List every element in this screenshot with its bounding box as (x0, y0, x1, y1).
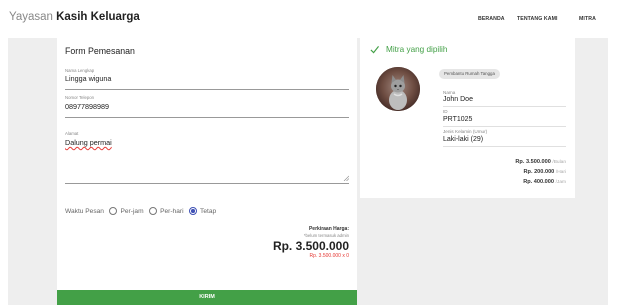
nav-mitra[interactable]: MITRA (579, 16, 596, 22)
rate-bulan-unit: /Bulan (552, 160, 566, 165)
rate-jam-amount: Rp. 400.000 (523, 179, 555, 185)
avatar (376, 67, 420, 111)
resize-grip-icon[interactable] (343, 175, 349, 181)
mitra-id-value: PRT1025 (443, 116, 473, 123)
form-title: Form Pemesanan (65, 46, 135, 56)
nav-tentang-kami[interactable]: TENTANG KAMI (517, 16, 558, 22)
phone-field-label: Nomor Telepon (65, 95, 95, 100)
nav-beranda[interactable]: BERANDA (478, 16, 505, 22)
name-input[interactable]: Lingga wiguna (65, 74, 111, 83)
address-textarea[interactable]: Dalung permai (65, 138, 112, 147)
radio-per-hari-label[interactable]: Per-hari (160, 208, 183, 215)
waktu-pesan-label: Waktu Pesan (65, 207, 104, 215)
brand-logo[interactable]: Yayasan Kasih Keluarga (9, 11, 140, 23)
address-field-label: Alamat (65, 131, 79, 136)
radio-per-jam-label[interactable]: Per-jam (120, 208, 143, 215)
mitra-name-divider (443, 106, 566, 107)
brand-bold-text: Kasih Keluarga (56, 11, 140, 23)
estimate-total: Rp. 3.500.000 (272, 239, 349, 253)
mitra-name-label: Nama (443, 90, 456, 95)
phone-input[interactable]: 08977898989 (65, 102, 109, 111)
mitra-name-value: John Doe (443, 96, 473, 103)
address-underline (65, 183, 349, 184)
cat-photo-icon (376, 67, 420, 111)
category-chip: Pembantu Rumah Tangga (439, 69, 500, 79)
radio-per-hari[interactable] (148, 206, 158, 216)
rate-jam-unit: /Jam (555, 180, 566, 185)
mitra-heading-text: Mitra yang dipilih (386, 45, 448, 54)
mitra-heading: Mitra yang dipilih (370, 45, 447, 54)
radio-tetap[interactable] (188, 206, 198, 216)
submit-button[interactable]: KIRIM (57, 290, 357, 305)
phone-underline (65, 117, 349, 118)
brand-light-text: Yayasan (9, 11, 53, 23)
check-icon (370, 45, 379, 54)
top-navbar: Yayasan Kasih Keluarga BERANDA TENTANG K… (0, 0, 618, 38)
name-underline (65, 89, 349, 90)
estimate-calc: Rp. 3.500.000 x 0 (309, 253, 349, 259)
name-field-label: Nama Lengkap (65, 68, 95, 73)
mitra-id-label: ID (443, 109, 448, 114)
estimate-label: Perkiraan Harga: (308, 226, 349, 232)
radio-per-jam[interactable] (108, 206, 118, 216)
price-estimate: Perkiraan Harga: *belum termasuk admin R… (273, 226, 349, 260)
mitra-id-divider (443, 126, 566, 127)
rate-hari: Rp. 200.000 /Hari (524, 169, 567, 175)
order-form-card: Form Pemesanan Nama Lengkap Lingga wigun… (57, 38, 357, 305)
rate-jam: Rp. 400.000 /Jam (523, 179, 566, 185)
mitra-gender-label: Jenis Kelamin (Umur) (443, 129, 488, 134)
mitra-gender-value: Laki-laki (29) (443, 136, 484, 143)
rate-hari-unit: /Hari (555, 170, 566, 175)
rate-bulan: Rp. 3.500.000 /Bulan (515, 159, 566, 165)
selected-mitra-card: Mitra yang dipilih Pembantu Rumah Tangga… (360, 38, 575, 198)
rate-bulan-amount: Rp. 3.500.000 (515, 159, 551, 165)
waktu-pesan-group: Waktu Pesan Per-jam Per-hari Tetap (65, 206, 216, 216)
radio-tetap-label[interactable]: Tetap (200, 208, 216, 215)
mitra-gender-divider (443, 146, 566, 147)
rate-hari-amount: Rp. 200.000 (523, 169, 555, 175)
